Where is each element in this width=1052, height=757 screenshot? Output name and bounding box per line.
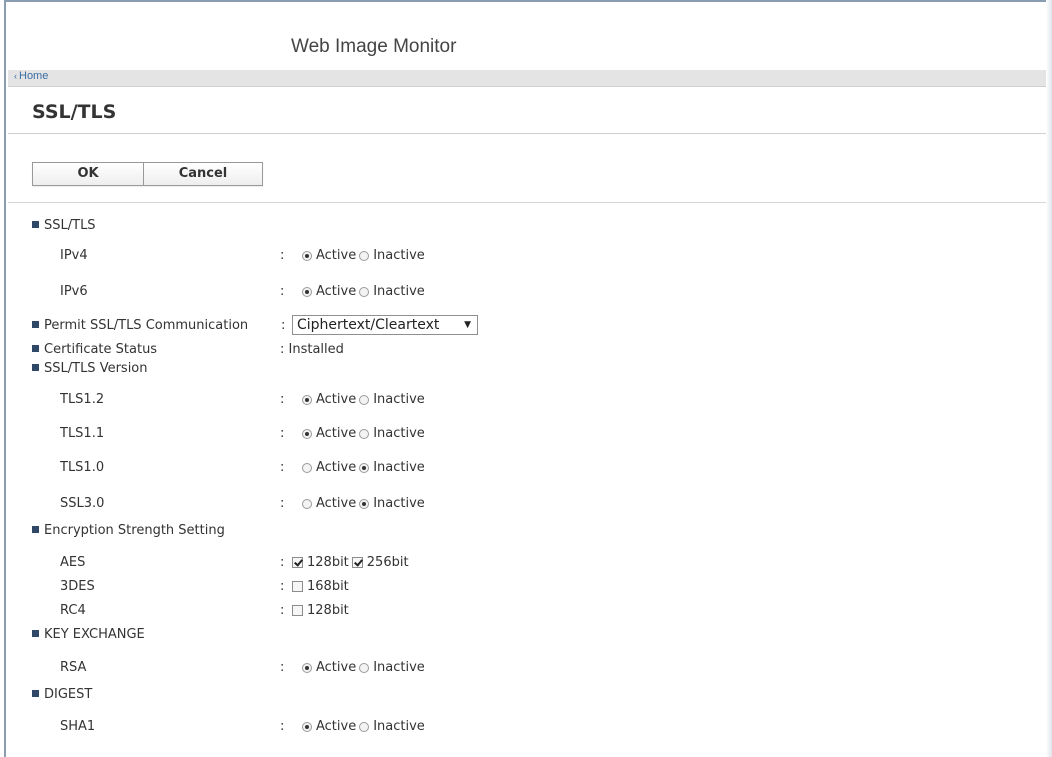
setting-row-permit: Permit SSL/TLS Communication : Ciphertex…	[6, 315, 906, 336]
setting-label: TLS1.0	[60, 460, 105, 475]
divider	[8, 202, 1052, 203]
aes-256bit-checkbox[interactable]	[351, 557, 363, 568]
setting-label: IPv4	[60, 248, 88, 263]
ssl30-inactive-radio[interactable]	[359, 498, 370, 509]
setting-row-tls10: TLS1.0 : Active Inactive	[60, 460, 425, 475]
square-bullet-icon	[32, 364, 39, 371]
aes-128bit-checkbox[interactable]	[292, 557, 303, 568]
page-title: SSL/TLS	[32, 101, 117, 123]
3des-168bit-checkbox[interactable]	[292, 581, 303, 592]
cancel-button[interactable]: Cancel	[144, 163, 262, 185]
ipv6-active-radio[interactable]	[302, 286, 312, 297]
square-bullet-icon	[32, 630, 39, 637]
setting-row-rsa: RSA : Active Inactive	[60, 660, 425, 675]
setting-label: SHA1	[60, 719, 96, 734]
ipv6-inactive-radio[interactable]	[359, 286, 370, 297]
certificate-status-value: : Installed	[280, 342, 344, 357]
setting-label: TLS1.2	[60, 392, 105, 407]
header-bar: Web Image Monitor	[8, 2, 1052, 70]
setting-row-tls11: TLS1.1 : Active Inactive	[60, 426, 425, 441]
divider	[8, 133, 1052, 134]
browser-frame: Web Image Monitor ‹ Home SSL/TLS OK Cance…	[4, 0, 1052, 757]
square-bullet-icon	[32, 526, 39, 533]
ssl30-active-radio[interactable]	[302, 498, 312, 509]
tls11-inactive-radio[interactable]	[359, 428, 370, 439]
dropdown-arrow-icon: ▼	[464, 320, 471, 330]
action-buttons: OK Cancel	[32, 162, 263, 186]
tls12-active-radio[interactable]	[302, 394, 312, 405]
ipv4-inactive-radio[interactable]	[359, 250, 370, 261]
permit-communication-select[interactable]: Ciphertext/Cleartext ▼	[292, 315, 478, 335]
section-ssl-tls-version: SSL/TLS Version	[6, 361, 906, 379]
rc4-128bit-checkbox[interactable]	[292, 605, 303, 616]
setting-label: AES	[60, 555, 86, 570]
setting-row-tls12: TLS1.2 : Active Inactive	[60, 392, 425, 407]
section-encryption-strength: Encryption Strength Setting	[6, 523, 906, 541]
setting-label: RSA	[60, 660, 87, 675]
rsa-inactive-radio[interactable]	[359, 662, 370, 673]
setting-row-3des: 3DES : 168bit	[60, 579, 349, 594]
window-edge	[1046, 0, 1052, 757]
tls10-active-radio[interactable]	[302, 462, 312, 473]
sha1-inactive-radio[interactable]	[359, 721, 370, 732]
setting-label: RC4	[60, 603, 86, 618]
square-bullet-icon	[32, 690, 39, 697]
setting-label: IPv6	[60, 284, 88, 299]
tls10-inactive-radio[interactable]	[359, 462, 370, 473]
ipv4-active-radio[interactable]	[302, 250, 312, 261]
tls12-inactive-radio[interactable]	[359, 394, 370, 405]
rsa-active-radio[interactable]	[302, 662, 312, 673]
square-bullet-icon	[32, 221, 39, 228]
setting-row-ipv4: IPv4 : Active Inactive	[60, 248, 425, 263]
square-bullet-icon	[32, 345, 39, 352]
ok-button[interactable]: OK	[33, 163, 144, 185]
sha1-active-radio[interactable]	[302, 721, 312, 732]
setting-label: TLS1.1	[60, 426, 105, 441]
section-digest: DIGEST	[6, 687, 906, 705]
setting-row-rc4: RC4 : 128bit	[60, 603, 349, 618]
setting-row-ssl30: SSL3.0 : Active Inactive	[60, 496, 425, 511]
setting-row-aes: AES : 128bit 256bit	[60, 555, 409, 570]
setting-row-sha1: SHA1 : Active Inactive	[60, 719, 425, 734]
section-key-exchange: KEY EXCHANGE	[6, 627, 906, 645]
app-title: Web Image Monitor	[291, 36, 457, 57]
chevron-left-icon: ‹	[14, 71, 17, 81]
breadcrumb: ‹ Home	[8, 70, 1052, 87]
breadcrumb-home-link[interactable]: ‹ Home	[14, 70, 48, 82]
section-ssl-tls: SSL/TLS	[6, 218, 906, 236]
tls11-active-radio[interactable]	[302, 428, 312, 439]
setting-row-ipv6: IPv6 : Active Inactive	[60, 284, 425, 299]
square-bullet-icon	[32, 321, 39, 328]
setting-row-certificate: Certificate Status : Installed	[6, 342, 906, 360]
setting-label: 3DES	[60, 579, 95, 594]
setting-label: SSL3.0	[60, 496, 105, 511]
